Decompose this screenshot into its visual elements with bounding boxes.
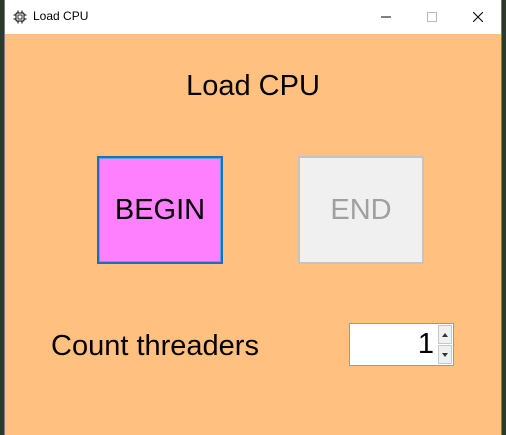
close-button[interactable] — [455, 0, 501, 34]
begin-button-label: BEGIN — [114, 193, 206, 226]
title-bar[interactable]: Load CPU — [5, 0, 501, 34]
minimize-button[interactable] — [363, 0, 409, 34]
end-button-label: END — [330, 193, 392, 226]
end-button[interactable]: END — [298, 156, 424, 264]
begin-button[interactable]: BEGIN — [97, 156, 223, 264]
chevron-up-icon — [442, 332, 448, 337]
thread-count-input[interactable] — [350, 324, 436, 365]
window-title: Load CPU — [33, 9, 89, 23]
page-title: Load CPU — [186, 70, 320, 102]
cpu-chip-icon — [13, 10, 27, 24]
app-window: Load CPU Load CPU BEGIN END Count thread… — [4, 0, 502, 435]
client-area: Load CPU BEGIN END Count threaders — [5, 34, 501, 435]
maximize-icon — [427, 12, 437, 22]
close-icon — [473, 12, 483, 22]
maximize-button[interactable] — [409, 0, 455, 34]
minimize-icon — [381, 16, 391, 18]
thread-count-label: Count threaders — [51, 330, 259, 362]
thread-count-stepper[interactable] — [349, 323, 454, 366]
stepper-up-button[interactable] — [438, 325, 452, 344]
chevron-down-icon — [442, 352, 448, 357]
stepper-down-button[interactable] — [438, 345, 452, 364]
